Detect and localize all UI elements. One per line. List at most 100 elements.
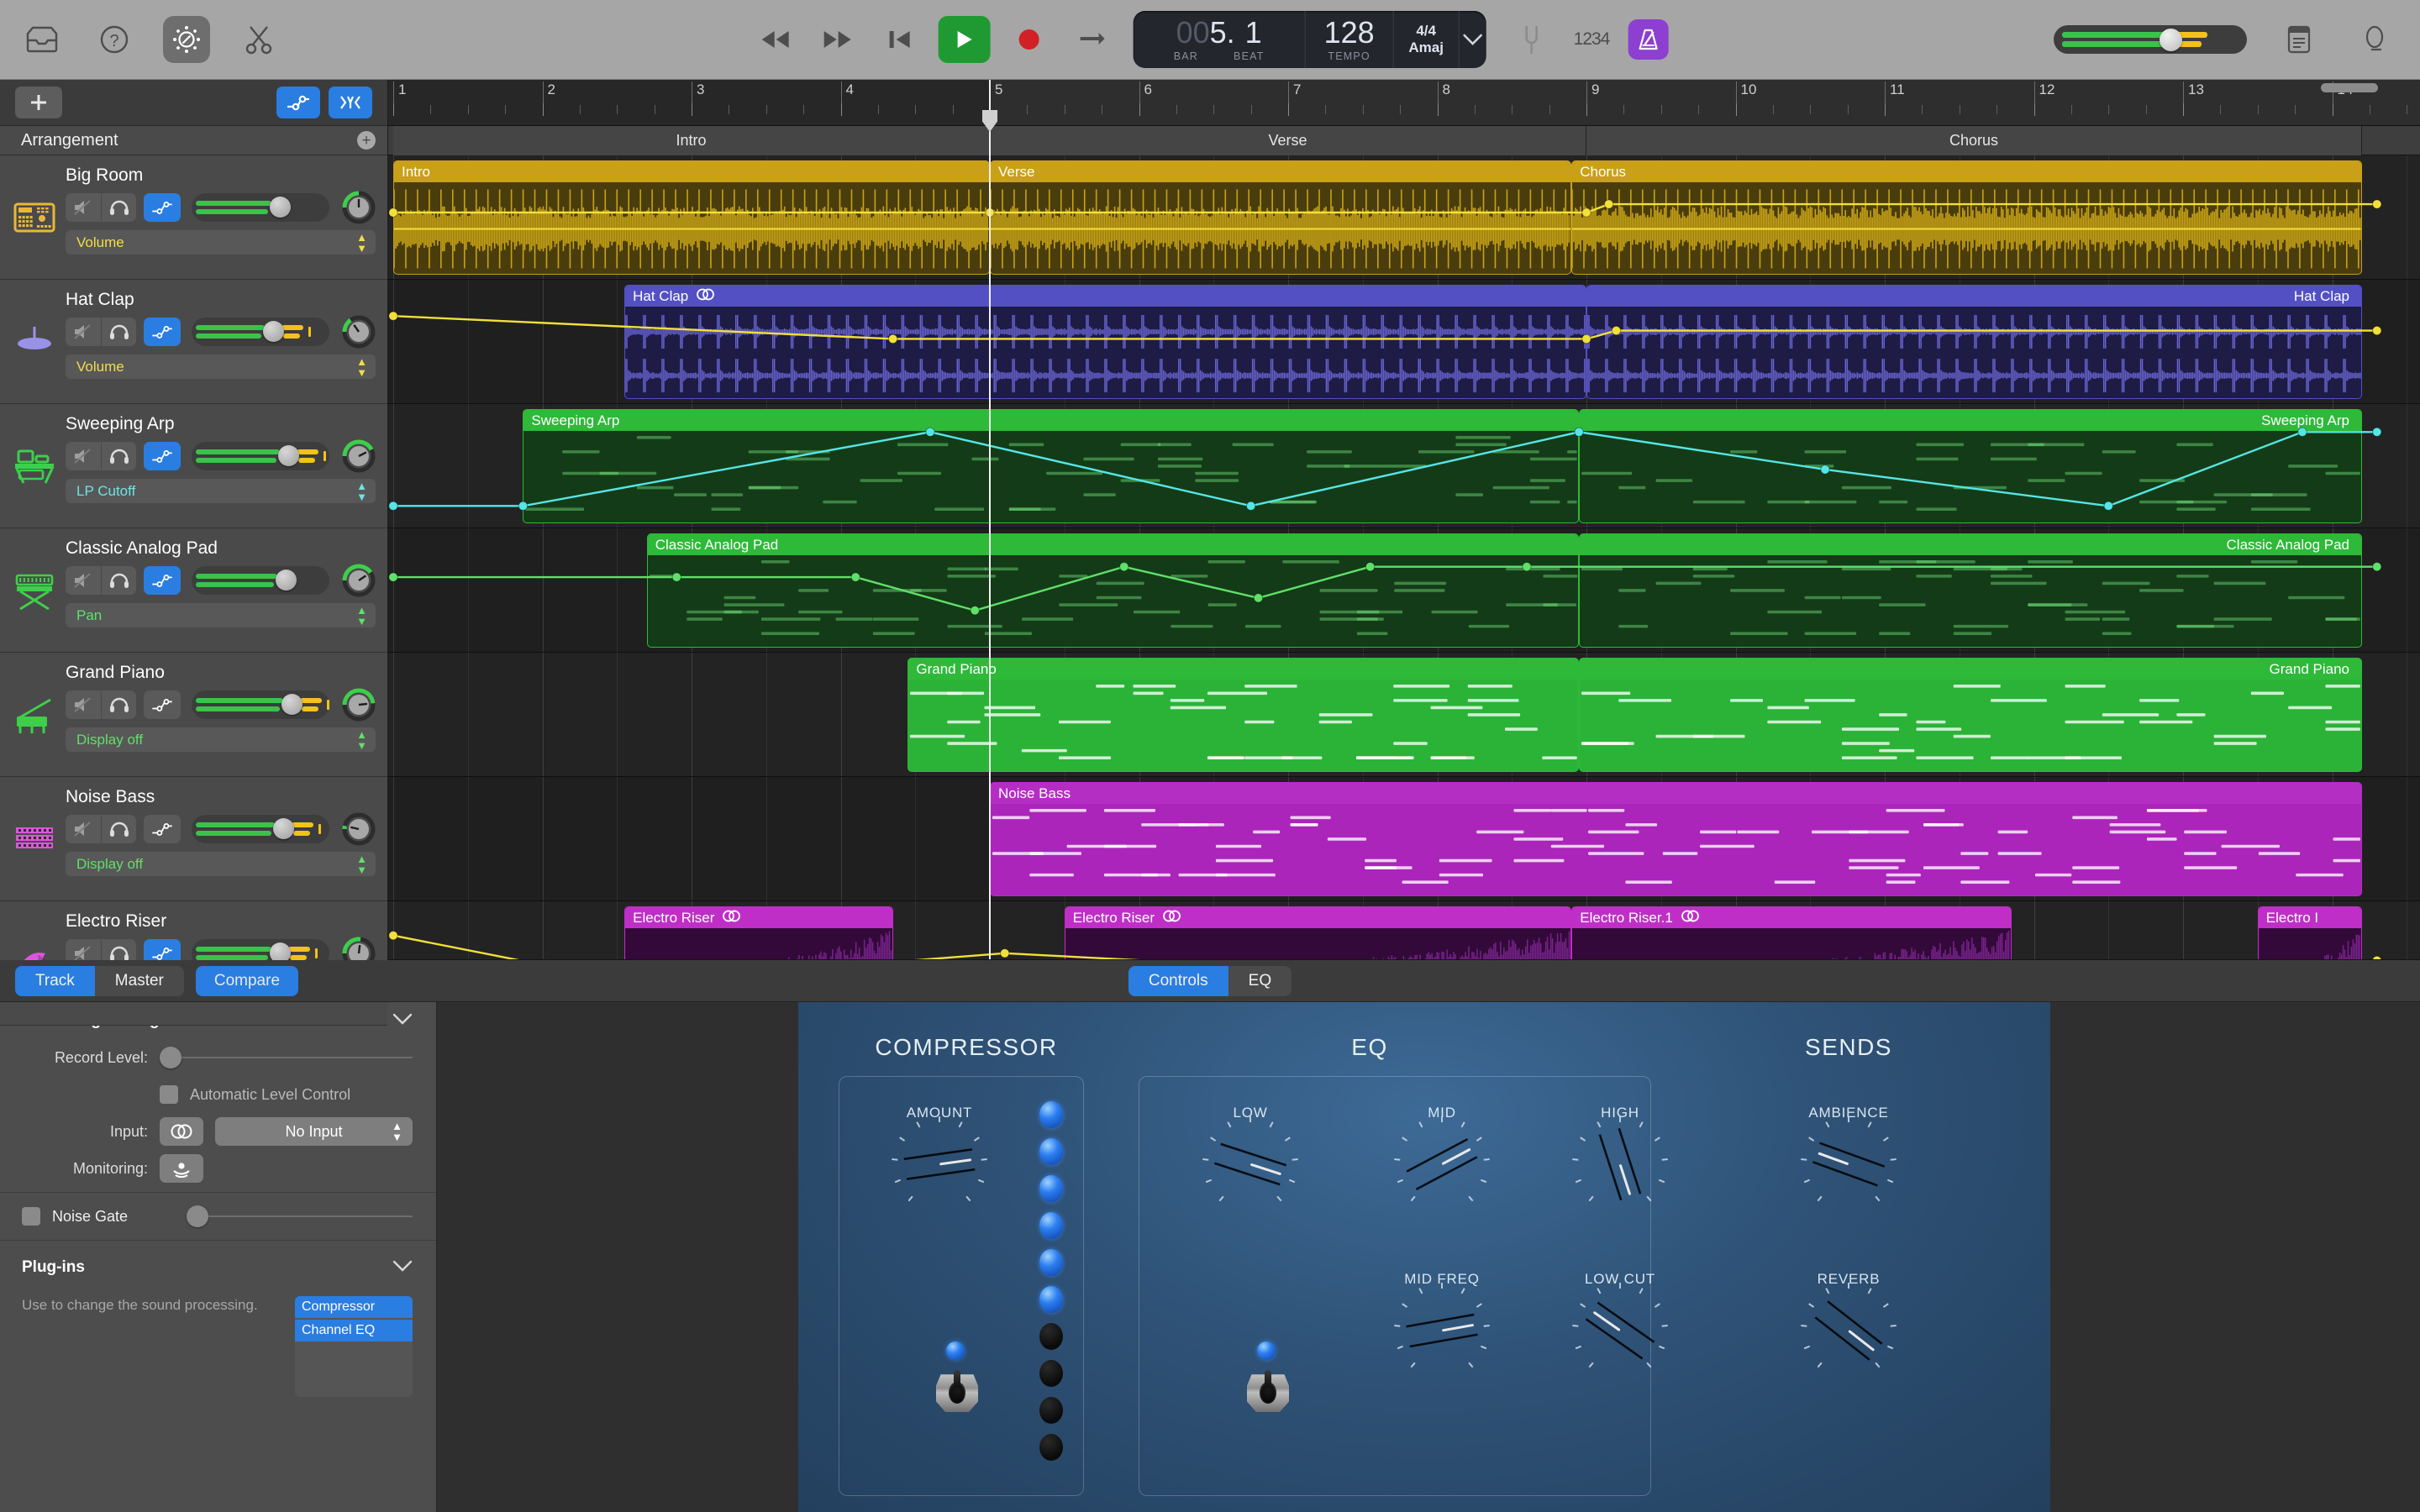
- audio-region[interactable]: Electro Riser.1: [1571, 906, 2012, 959]
- noise-gate-slider[interactable]: [187, 1205, 413, 1227]
- plugins-header[interactable]: Plug-ins: [0, 1249, 436, 1286]
- pan-knob[interactable]: [342, 564, 376, 597]
- count-in-label[interactable]: 1234: [1574, 29, 1611, 50]
- track-automation-button[interactable]: [144, 690, 181, 719]
- solo-button[interactable]: [101, 318, 136, 346]
- rewind-button[interactable]: [752, 16, 799, 63]
- add-track-button[interactable]: [15, 87, 62, 118]
- bypass-toggle-switch[interactable]: [936, 1368, 978, 1412]
- audio-region[interactable]: Electro Riser: [1064, 906, 1572, 959]
- knob[interactable]: REVERB: [1801, 1271, 1897, 1372]
- mute-button[interactable]: [66, 442, 101, 470]
- mute-button[interactable]: [66, 815, 101, 843]
- track-automation-button[interactable]: [144, 318, 181, 346]
- audio-region[interactable]: Classic Analog Pad: [646, 533, 1580, 648]
- tuning-fork-icon[interactable]: [1508, 16, 1555, 63]
- noise-gate-checkbox[interactable]: [22, 1207, 40, 1226]
- master-volume-slider[interactable]: [2054, 25, 2247, 54]
- track-header[interactable]: Hat Clap Volume ▲ ▼: [0, 280, 387, 404]
- automation-parameter-select[interactable]: LP Cutoff ▲ ▼: [66, 479, 376, 503]
- track-lane[interactable]: Sweeping Arp Sweeping Arp: [388, 404, 2420, 528]
- knob[interactable]: AMOUNT: [892, 1105, 987, 1205]
- stereo-icon[interactable]: [160, 1117, 203, 1146]
- tab-controls[interactable]: Controls: [1128, 965, 1228, 996]
- flex-time-button[interactable]: [329, 87, 372, 118]
- arrangement-add-button[interactable]: +: [357, 131, 376, 150]
- audio-region[interactable]: Grand Piano: [908, 658, 1580, 772]
- mute-button[interactable]: [66, 566, 101, 595]
- knob[interactable]: LOW: [1202, 1105, 1298, 1205]
- arrangement-marker[interactable]: Chorus: [1586, 126, 2362, 155]
- plugin-item[interactable]: Channel EQ: [295, 1320, 413, 1341]
- track-lane[interactable]: Grand Piano Grand Piano: [388, 653, 2420, 777]
- audio-region[interactable]: Sweeping Arp: [523, 409, 1580, 523]
- solo-button[interactable]: [101, 690, 136, 719]
- automation-parameter-select[interactable]: Volume▲▼: [66, 354, 376, 379]
- show-automation-button[interactable]: [276, 87, 320, 118]
- audio-region[interactable]: Sweeping Arp: [1579, 409, 2362, 523]
- knob[interactable]: HIGH: [1572, 1105, 1668, 1205]
- track-header[interactable]: Sweeping Arp LP Cutoff ▲ ▼: [0, 404, 387, 528]
- record-level-slider[interactable]: [160, 1047, 413, 1068]
- chevron-down-icon[interactable]: [392, 1011, 413, 1030]
- timeline-area[interactable]: 1234567891011121314 IntroVerseChorus Int…: [388, 80, 2420, 959]
- volume-fader[interactable]: [192, 815, 329, 843]
- lcd-position[interactable]: 00 5. 1 BAR BEAT: [1134, 11, 1306, 68]
- library-icon[interactable]: [18, 16, 66, 63]
- tab-master[interactable]: Master: [95, 966, 184, 996]
- track-lanes[interactable]: Intro Verse Chorus Hat Clap Hat Clap Sweeping…: [388, 155, 2420, 959]
- audio-region[interactable]: Hat Clap: [624, 285, 1586, 399]
- knob[interactable]: MID: [1394, 1105, 1490, 1205]
- track-lane[interactable]: Noise Bass: [388, 777, 2420, 901]
- tab-track[interactable]: Track: [15, 965, 95, 996]
- track-automation-button[interactable]: [144, 566, 181, 595]
- fast-forward-button[interactable]: [814, 16, 861, 63]
- mute-button[interactable]: [66, 690, 101, 719]
- track-lane[interactable]: Intro Verse Chorus: [388, 155, 2420, 280]
- play-button[interactable]: [938, 16, 991, 63]
- mute-button[interactable]: [66, 318, 101, 346]
- track-automation-button[interactable]: [144, 442, 181, 470]
- audio-region[interactable]: Classic Analog Pad: [1579, 533, 2362, 648]
- pan-knob[interactable]: [342, 812, 376, 846]
- help-icon[interactable]: ?: [91, 16, 138, 63]
- automation-parameter-select[interactable]: Display off ▲ ▼: [66, 852, 376, 876]
- knob[interactable]: LOW CUT: [1572, 1271, 1668, 1372]
- smart-controls-icon[interactable]: [163, 16, 210, 63]
- scrollbar-thumb[interactable]: [2321, 83, 2378, 92]
- bypass-toggle-switch[interactable]: [1247, 1368, 1289, 1412]
- chevron-down-icon[interactable]: [392, 1258, 413, 1277]
- knob[interactable]: MID FREQ: [1394, 1271, 1490, 1372]
- record-button[interactable]: [1006, 16, 1053, 63]
- horizontal-scrollbar[interactable]: [2321, 83, 2412, 95]
- lcd-signature[interactable]: 4/4 Amaj: [1394, 11, 1460, 68]
- audio-region[interactable]: Electro Riser: [624, 906, 893, 959]
- audio-region[interactable]: Electro I: [2257, 906, 2362, 959]
- pan-knob[interactable]: [342, 688, 376, 722]
- arrangement-marker[interactable]: Verse: [990, 126, 1586, 155]
- bar-ruler[interactable]: 1234567891011121314: [388, 80, 2420, 126]
- track-header[interactable]: Grand Piano Display off ▲ ▼: [0, 653, 387, 777]
- lcd-tempo[interactable]: 128 TEMPO: [1306, 11, 1394, 68]
- mute-button[interactable]: [66, 193, 101, 222]
- notes-icon[interactable]: [2275, 16, 2323, 63]
- solo-button[interactable]: [101, 193, 136, 222]
- audio-region[interactable]: Hat Clap: [1586, 285, 2362, 399]
- audio-region[interactable]: Intro: [393, 160, 990, 275]
- compare-button[interactable]: Compare: [195, 965, 299, 996]
- solo-button[interactable]: [101, 815, 136, 843]
- track-header[interactable]: Classic Analog Pad Pan ▲ ▼: [0, 528, 387, 653]
- metronome-icon[interactable]: [1628, 19, 1669, 60]
- volume-fader[interactable]: [192, 566, 329, 595]
- automation-parameter-select[interactable]: Volume▲▼: [66, 230, 376, 255]
- knob[interactable]: AMBIENCE: [1801, 1105, 1897, 1205]
- go-to-beginning-button[interactable]: [876, 16, 923, 63]
- solo-button[interactable]: [101, 442, 136, 470]
- tab-eq[interactable]: EQ: [1228, 966, 1292, 996]
- track-header[interactable]: Noise Bass Display off ▲ ▼: [0, 777, 387, 901]
- track-automation-button[interactable]: [144, 815, 181, 843]
- volume-fader[interactable]: [192, 442, 329, 470]
- pan-knob[interactable]: [342, 315, 376, 349]
- lcd-display[interactable]: 00 5. 1 BAR BEAT 128 TEMPO 4/4 Amaj: [1133, 11, 1486, 68]
- audio-region[interactable]: Chorus: [1571, 160, 2362, 275]
